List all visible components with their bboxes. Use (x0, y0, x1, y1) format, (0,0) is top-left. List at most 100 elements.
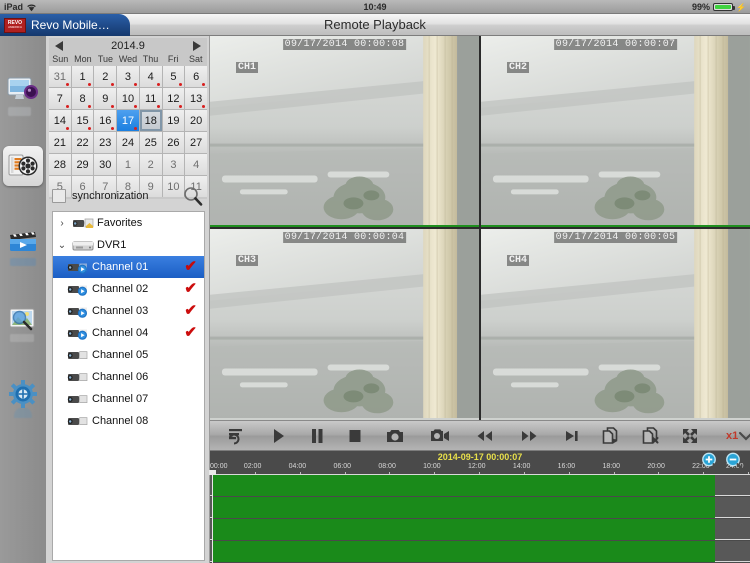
chevron-down-icon[interactable]: ⌄ (57, 240, 67, 251)
snapshot-button[interactable] (386, 420, 404, 451)
calendar-day-3[interactable]: 3 (117, 66, 139, 87)
calendar-day-number: 15 (76, 114, 89, 127)
calendar-day-22[interactable]: 22 (71, 132, 94, 153)
recording-segment[interactable] (211, 541, 715, 562)
channel-row-7[interactable]: Channel 07 (53, 388, 204, 410)
calendar-day-28[interactable]: 28 (49, 154, 71, 175)
calendar-day-2[interactable]: 2 (139, 154, 162, 175)
record-button[interactable] (430, 420, 450, 451)
calendar-day-1[interactable]: 1 (117, 154, 139, 175)
calendar-day-24[interactable]: 24 (117, 132, 139, 153)
calendar-day-31[interactable]: 31 (49, 66, 71, 87)
stop-button[interactable] (348, 420, 362, 451)
channel-row-2[interactable]: Channel 02 ✔ (53, 278, 204, 300)
rail-item-settings[interactable] (3, 374, 43, 418)
rail-item-local-playback[interactable] (3, 222, 43, 266)
channel-row-6[interactable]: Channel 06 (53, 366, 204, 388)
calendar-day-21[interactable]: 21 (49, 132, 71, 153)
calendar-day-20[interactable]: 20 (185, 110, 207, 131)
playback-speed-label[interactable]: x1 (726, 420, 738, 451)
video-cell-ch2[interactable]: 09/17/2014 00:00:07 CH2 (481, 36, 750, 227)
calendar-day-2[interactable]: 2 (94, 66, 117, 87)
video-cell-ch1[interactable]: 09/17/2014 00:00:08 CH1 (210, 36, 479, 227)
calendar-day-17[interactable]: 17 (117, 110, 139, 131)
calendar-day-30[interactable]: 30 (94, 154, 117, 175)
fullscreen-button[interactable] (682, 420, 698, 451)
timeline-zoom-out-button[interactable] (725, 452, 744, 471)
calendar-day-10[interactable]: 10 (117, 88, 139, 109)
calendar-day-12[interactable]: 12 (162, 88, 185, 109)
rail-item-live-view[interactable] (3, 70, 43, 116)
video-channel-label: CH3 (236, 255, 259, 266)
timeline-track-3[interactable] (210, 519, 750, 540)
timeline-tick-label: 06:00 (333, 463, 352, 470)
timeline-zoom-in-button[interactable] (701, 452, 720, 471)
calendar-day-11[interactable]: 11 (139, 88, 162, 109)
synchronization-checkbox[interactable] (52, 189, 66, 203)
calendar-prev-month-button[interactable] (55, 41, 63, 51)
timeline-track-2[interactable] (210, 497, 750, 518)
calendar-day-1[interactable]: 1 (71, 66, 94, 87)
channel-row-5[interactable]: Channel 05 (53, 344, 204, 366)
timeline-tracks[interactable] (210, 475, 750, 563)
tree-node-favorites[interactable]: › Favorites (53, 212, 204, 234)
calendar-day-19[interactable]: 19 (162, 110, 185, 131)
calendar-day-4[interactable]: 4 (139, 66, 162, 87)
channel-row-8[interactable]: Channel 08 (53, 410, 204, 432)
calendar-day-16[interactable]: 16 (94, 110, 117, 131)
channel-row-1[interactable]: Channel 01 ✔ (53, 256, 204, 278)
calendar-day-26[interactable]: 26 (162, 132, 185, 153)
device-tree[interactable]: › Favorites ⌄ DVR1 Channel 01 ✔ Channel 02 ✔ Cha… (52, 211, 205, 561)
calendar-day-9[interactable]: 9 (94, 88, 117, 109)
timeline-playhead[interactable] (209, 470, 217, 563)
step-forward-button[interactable] (564, 420, 580, 451)
calendar-day-5[interactable]: 5 (162, 66, 185, 87)
rewind-button[interactable] (476, 420, 494, 451)
channel-check-icon[interactable]: ✔ (184, 259, 197, 274)
calendar-next-month-button[interactable] (193, 41, 201, 51)
calendar-day-29[interactable]: 29 (71, 154, 94, 175)
timeline[interactable]: 2014-09-17 00:00:07 00:00 02:00 04:00 06:00… (209, 451, 750, 563)
search-button[interactable] (182, 186, 204, 206)
timeline-track-1[interactable] (210, 475, 750, 496)
rail-item-remote-playback[interactable] (3, 146, 43, 186)
pause-button[interactable] (310, 420, 324, 451)
calendar-day-13[interactable]: 13 (185, 88, 207, 109)
camera-icon (67, 349, 88, 362)
channel-row-4[interactable]: Channel 04 ✔ (53, 322, 204, 344)
calendar-day-18[interactable]: 18 (139, 110, 162, 131)
backup-cancel-button[interactable] (642, 420, 660, 451)
app-tab[interactable]: REVO AMERICA Revo Mobile… (0, 14, 130, 36)
channel-check-icon[interactable]: ✔ (184, 281, 197, 296)
fast-forward-button[interactable] (520, 420, 538, 451)
recording-segment[interactable] (211, 475, 715, 496)
tree-node-dvr1[interactable]: ⌄ DVR1 (53, 234, 204, 256)
rail-item-image-search[interactable] (3, 298, 43, 342)
calendar-day-23[interactable]: 23 (94, 132, 117, 153)
recording-segment[interactable] (211, 519, 715, 540)
channel-check-icon[interactable]: ✔ (184, 303, 197, 318)
timeline-track-4[interactable] (210, 541, 750, 562)
calendar-day-7[interactable]: 7 (49, 88, 71, 109)
video-cell-ch3[interactable]: 09/17/2014 00:00:04 CH3 (210, 229, 479, 420)
more-controls-button[interactable] (738, 420, 750, 451)
channel-check-icon[interactable]: ✔ (184, 325, 197, 340)
calendar-day-8[interactable]: 8 (71, 88, 94, 109)
calendar-day-6[interactable]: 6 (185, 66, 207, 87)
calendar-day-4[interactable]: 4 (185, 154, 207, 175)
calendar-day-number: 30 (99, 158, 112, 171)
channel-row-3[interactable]: Channel 03 ✔ (53, 300, 204, 322)
calendar-day-25[interactable]: 25 (139, 132, 162, 153)
chevron-right-icon[interactable]: › (57, 218, 67, 229)
pause-icon (310, 428, 324, 444)
playlist-rewind-button[interactable] (228, 420, 248, 451)
calendar-day-27[interactable]: 27 (185, 132, 207, 153)
calendar-day-3[interactable]: 3 (162, 154, 185, 175)
recording-segment[interactable] (211, 497, 715, 518)
battery-percent: 99% (692, 2, 711, 12)
video-cell-ch4[interactable]: 09/17/2014 00:00:05 CH4 (481, 229, 750, 420)
calendar-day-15[interactable]: 15 (71, 110, 94, 131)
backup-start-button[interactable] (602, 420, 620, 451)
play-button[interactable] (272, 420, 286, 451)
calendar-day-14[interactable]: 14 (49, 110, 71, 131)
